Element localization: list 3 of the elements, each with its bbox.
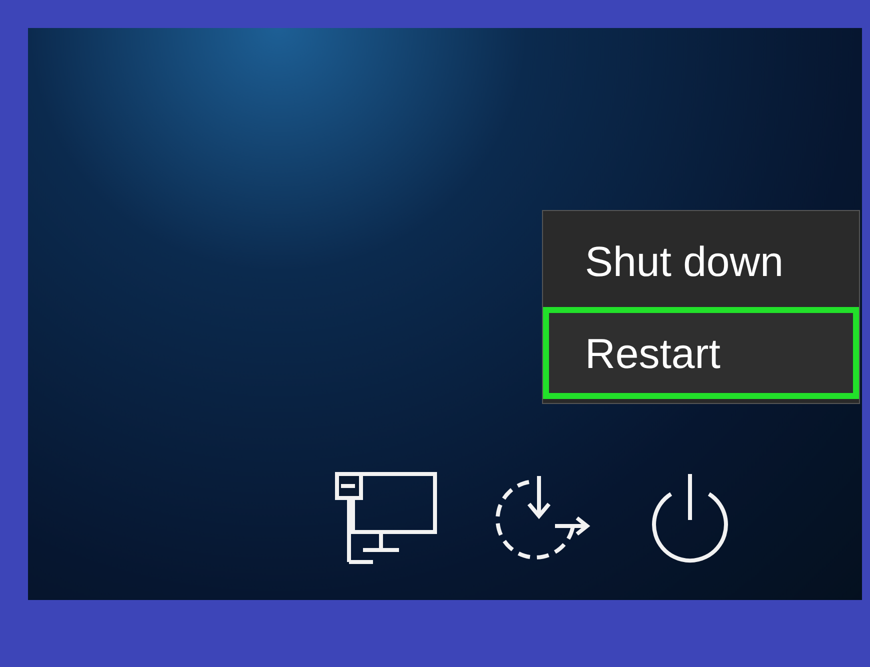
network-monitor-icon[interactable] bbox=[333, 470, 439, 566]
menu-item[interactable]: Shut down bbox=[543, 215, 859, 307]
menu-item[interactable]: Restart bbox=[543, 307, 859, 399]
